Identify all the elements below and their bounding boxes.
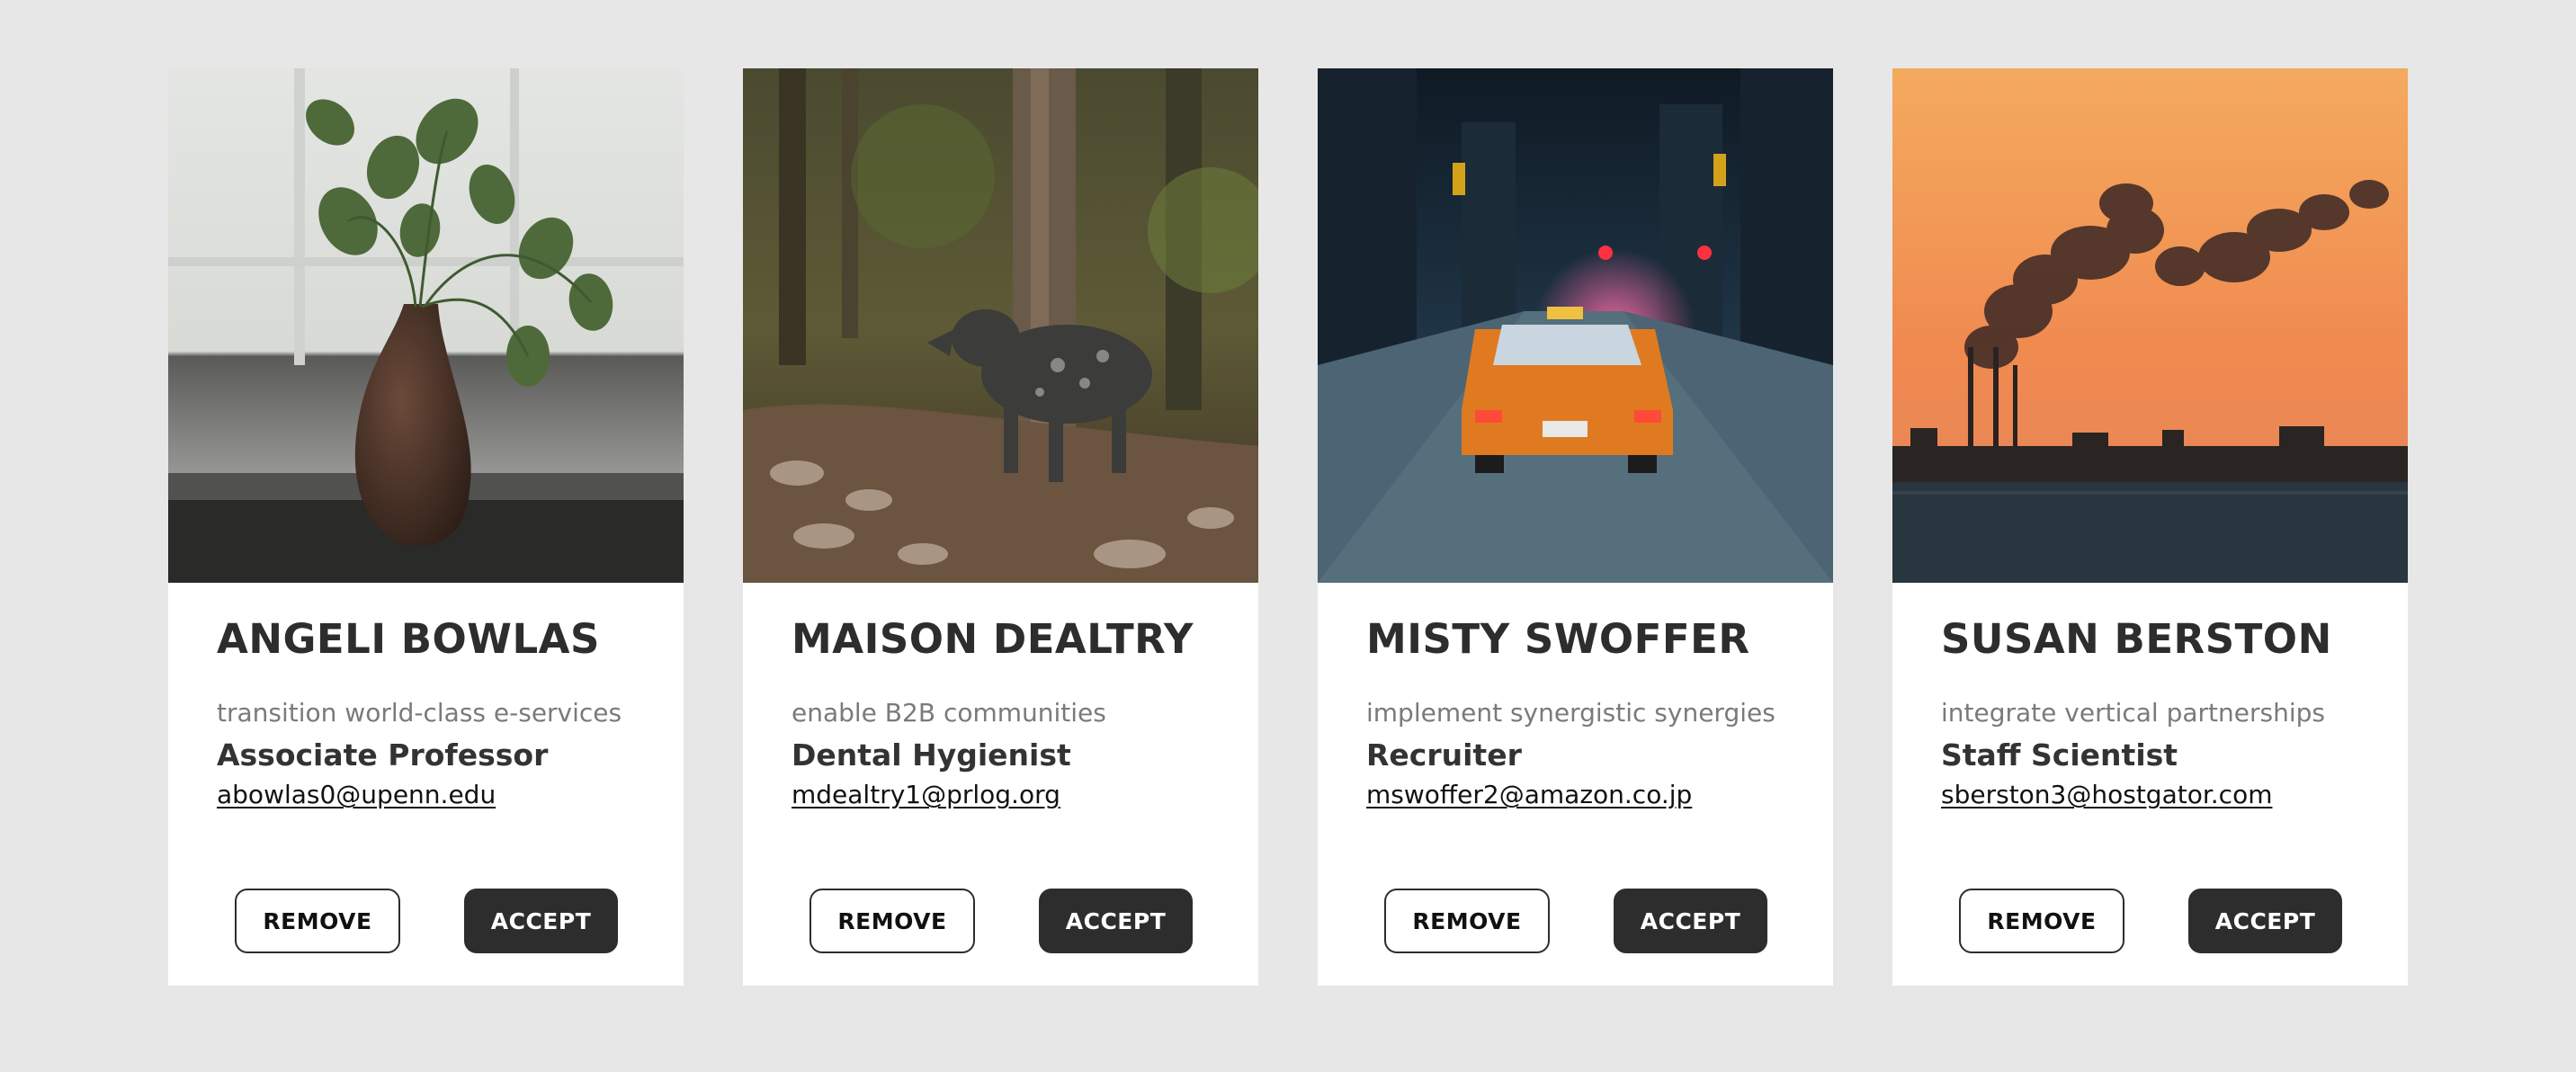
accept-button[interactable]: ACCEPT (1039, 889, 1193, 953)
contact-tagline: implement synergistic synergies (1366, 698, 1775, 728)
accept-button[interactable]: ACCEPT (1614, 889, 1767, 953)
card-body: MAISON DEALTRY enable B2B communities De… (792, 583, 1222, 809)
contact-email-link[interactable]: sberston3@hostgator.com (1941, 780, 2272, 809)
contact-email-link[interactable]: mswoffer2@amazon.co.jp (1366, 780, 1692, 809)
contact-email-link[interactable]: abowlas0@upenn.edu (217, 780, 496, 809)
card-body: MISTY SWOFFER implement synergistic syne… (1366, 583, 1797, 809)
contact-card: SUSAN BERSTON integrate vertical partner… (1892, 68, 2408, 986)
plant-in-vase-photo (168, 68, 684, 583)
contact-card: ANGELI BOWLAS transition world-class e-s… (168, 68, 684, 986)
contact-card-list: ANGELI BOWLAS transition world-class e-s… (168, 68, 2408, 986)
contact-name: SUSAN BERSTON (1941, 615, 2332, 663)
card-body: ANGELI BOWLAS transition world-class e-s… (217, 583, 648, 809)
contact-tagline: integrate vertical partnerships (1941, 698, 2325, 728)
contact-tagline: transition world-class e-services (217, 698, 622, 728)
card-actions: REMOVE ACCEPT (743, 889, 1258, 953)
contact-card: MISTY SWOFFER implement synergistic syne… (1318, 68, 1833, 986)
contact-job-title: Associate Professor (217, 737, 549, 773)
contact-name: MISTY SWOFFER (1366, 615, 1750, 663)
card-actions: REMOVE ACCEPT (1318, 889, 1833, 953)
contact-email-link[interactable]: mdealtry1@prlog.org (792, 780, 1060, 809)
contact-job-title: Staff Scientist (1941, 737, 2178, 773)
dog-in-forest-photo (743, 68, 1258, 583)
contact-job-title: Dental Hygienist (792, 737, 1071, 773)
contact-card: MAISON DEALTRY enable B2B communities De… (743, 68, 1258, 986)
contact-tagline: enable B2B communities (792, 698, 1106, 728)
card-body: SUSAN BERSTON integrate vertical partner… (1941, 583, 2372, 809)
taxi-snowy-street-photo (1318, 68, 1833, 583)
accept-button[interactable]: ACCEPT (2188, 889, 2342, 953)
remove-button[interactable]: REMOVE (1959, 889, 2124, 953)
contact-name: MAISON DEALTRY (792, 615, 1194, 663)
accept-button[interactable]: ACCEPT (464, 889, 618, 953)
contact-name: ANGELI BOWLAS (217, 615, 600, 663)
contact-job-title: Recruiter (1366, 737, 1522, 773)
card-actions: REMOVE ACCEPT (168, 889, 684, 953)
remove-button[interactable]: REMOVE (1384, 889, 1550, 953)
card-actions: REMOVE ACCEPT (1892, 889, 2408, 953)
factory-smoke-sunset-photo (1892, 68, 2408, 583)
remove-button[interactable]: REMOVE (235, 889, 400, 953)
remove-button[interactable]: REMOVE (809, 889, 975, 953)
